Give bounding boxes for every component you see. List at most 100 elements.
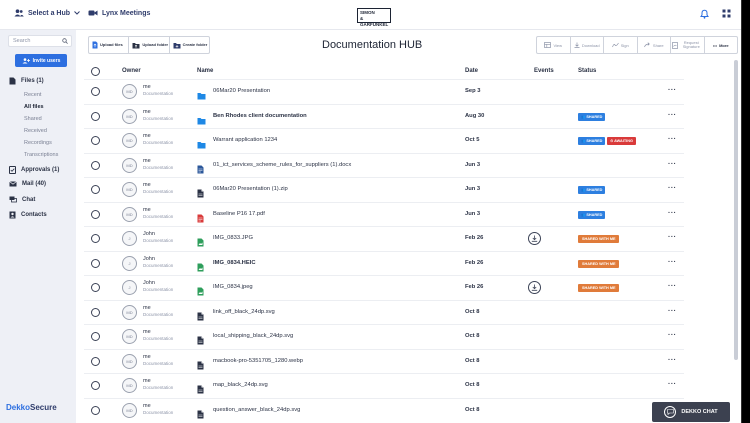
row-checkbox[interactable] xyxy=(91,307,100,317)
row-checkbox[interactable] xyxy=(91,111,100,121)
row-more-menu-icon[interactable]: ··· xyxy=(668,87,677,94)
sidebar-item-files[interactable]: Files (1) xyxy=(9,77,44,85)
table-row[interactable]: J John Documentation IMG_0833.JPG Feb 26 SHAR… xyxy=(84,226,684,250)
table-row[interactable]: MD me Documentation macbook-pro-5351705_128… xyxy=(84,348,684,373)
file-date: Jun 3 xyxy=(465,161,481,168)
sidebar-item-mail[interactable]: Mail (40) xyxy=(9,181,46,187)
row-checkbox[interactable] xyxy=(91,356,100,366)
table-row[interactable]: MD me Documentation 06Mar20 Presentation Sep… xyxy=(84,79,684,103)
video-camera-icon xyxy=(88,10,98,16)
row-more-menu-icon[interactable]: ··· xyxy=(668,283,677,290)
file-name[interactable]: link_off_black_24dp.svg xyxy=(213,309,275,315)
row-checkbox[interactable] xyxy=(91,258,100,268)
table-row[interactable]: MD me Documentation link_off_black_24dp.svg… xyxy=(84,299,684,324)
download-event-icon[interactable] xyxy=(528,232,541,245)
column-header-events[interactable]: Events xyxy=(534,68,554,74)
sidebar-subitem-all-files[interactable]: All files xyxy=(24,104,44,110)
upload-files-button[interactable]: Upload files xyxy=(89,37,130,53)
sidebar-subitem-shared[interactable]: Shared xyxy=(24,116,42,122)
file-name[interactable]: IMG_0833.JPG xyxy=(213,235,253,241)
column-header-name[interactable]: Name xyxy=(197,68,213,74)
file-name[interactable]: Baseline P16 17.pdf xyxy=(213,211,265,217)
sign-button[interactable]: Sign xyxy=(604,37,638,53)
sidebar-item-approvals[interactable]: Approvals (1) xyxy=(9,166,59,174)
sidebar-item-chat-label: Chat xyxy=(22,196,36,203)
column-header-owner[interactable]: Owner xyxy=(122,68,141,74)
sidebar-subitem-recent[interactable]: Recent xyxy=(24,92,41,98)
view-button[interactable]: View xyxy=(537,37,571,53)
zip-file-icon xyxy=(197,185,204,203)
row-more-menu-icon[interactable]: ··· xyxy=(668,210,677,217)
column-header-status[interactable]: Status xyxy=(578,68,596,74)
status-badges: 👥 SHARED xyxy=(578,210,606,219)
row-checkbox[interactable] xyxy=(91,87,100,96)
row-checkbox[interactable] xyxy=(91,381,100,390)
file-name[interactable]: macbook-pro-5351705_1280.webp xyxy=(213,358,303,364)
file-name[interactable]: Warrant application 1234 xyxy=(213,137,277,143)
create-folder-button[interactable]: Create folder xyxy=(170,37,209,53)
row-checkbox[interactable] xyxy=(91,332,100,341)
row-more-menu-icon[interactable]: ··· xyxy=(668,234,677,241)
request-signature-icon xyxy=(672,41,679,49)
table-row[interactable]: J John Documentation IMG_0834.jpeg Feb 26 SHA… xyxy=(84,275,684,299)
row-checkbox[interactable] xyxy=(91,209,100,219)
table-row[interactable]: MD me Documentation Baseline P16 17.pdf Jun … xyxy=(84,201,684,226)
row-more-menu-icon[interactable]: ··· xyxy=(668,185,677,192)
owner-department: Documentation xyxy=(143,91,174,96)
sidebar-subitem-transcriptions[interactable]: Transcriptions xyxy=(24,152,58,158)
row-more-menu-icon[interactable]: ··· xyxy=(668,308,677,315)
search-input[interactable]: Search xyxy=(8,35,72,47)
row-more-menu-icon[interactable]: ··· xyxy=(668,112,677,119)
table-row[interactable]: MD me Documentation 01_ict_services_scheme_… xyxy=(84,152,684,177)
row-checkbox[interactable] xyxy=(91,185,100,194)
dekko-chat-button[interactable]: DEKKO CHAT xyxy=(652,402,730,422)
row-more-menu-icon[interactable]: ··· xyxy=(668,259,677,266)
apps-grid-icon[interactable] xyxy=(722,9,731,18)
file-name[interactable]: 06Mar20 Presentation (1).zip xyxy=(213,186,288,192)
row-more-menu-icon[interactable]: ··· xyxy=(668,357,677,364)
row-more-menu-icon[interactable]: ··· xyxy=(668,381,677,388)
table-row[interactable]: MD me Documentation 06Mar20 Presentation (1… xyxy=(84,177,684,201)
file-name[interactable]: map_black_24dp.svg xyxy=(213,382,268,388)
row-more-menu-icon[interactable]: ··· xyxy=(668,161,677,168)
invite-users-button[interactable]: Invite users xyxy=(15,54,67,67)
hub-selector[interactable]: Select a Hub xyxy=(14,9,80,17)
download-button[interactable]: Download xyxy=(571,37,604,53)
more-button[interactable]: ••• More xyxy=(705,37,738,53)
row-more-menu-icon[interactable]: ··· xyxy=(668,136,677,143)
file-name[interactable]: local_shipping_black_24dp.svg xyxy=(213,333,293,339)
sidebar-subitem-received[interactable]: Received xyxy=(24,128,47,134)
share-button[interactable]: Share xyxy=(638,37,671,53)
select-all-checkbox[interactable] xyxy=(91,67,100,76)
sidebar-subitem-recordings[interactable]: Recordings xyxy=(24,140,52,146)
file-name[interactable]: question_answer_black_24dp.svg xyxy=(213,407,300,413)
avatar: MD xyxy=(122,182,137,197)
image-file-icon xyxy=(197,234,204,252)
file-name[interactable]: 01_ict_services_scheme_rules_for_supplie… xyxy=(213,162,351,168)
table-row[interactable]: MD me Documentation Warrant application 123… xyxy=(84,128,684,152)
table-row[interactable]: MD me Documentation map_black_24dp.svg Oct 8… xyxy=(84,373,684,397)
row-checkbox[interactable] xyxy=(91,136,100,145)
lynx-meetings-link[interactable]: Lynx Meetings xyxy=(88,9,150,17)
request-signature-button[interactable]: Request Signature xyxy=(671,37,705,53)
sidebar-item-chat[interactable]: Chat xyxy=(9,196,35,203)
row-checkbox[interactable] xyxy=(91,405,100,415)
file-name[interactable]: Ben Rhodes client documentation xyxy=(213,113,307,119)
row-checkbox[interactable] xyxy=(91,160,100,170)
upload-folder-button[interactable]: Upload folder xyxy=(129,37,170,53)
scrollbar[interactable] xyxy=(734,60,738,360)
table-row[interactable]: J John Documentation IMG_0834.HEIC Feb 26 SHA… xyxy=(84,250,684,275)
row-checkbox[interactable] xyxy=(91,234,100,243)
table-row[interactable]: MD me Documentation Ben Rhodes client docum… xyxy=(84,103,684,128)
bell-icon[interactable] xyxy=(700,9,709,19)
row-more-menu-icon[interactable]: ··· xyxy=(668,332,677,339)
file-name[interactable]: IMG_0834.HEIC xyxy=(213,260,256,266)
download-event-icon[interactable] xyxy=(528,281,541,294)
column-header-date[interactable]: Date xyxy=(465,68,478,74)
row-checkbox[interactable] xyxy=(91,283,100,292)
table-row[interactable]: MD me Documentation local_shipping_black_24… xyxy=(84,324,684,348)
file-name[interactable]: 06Mar20 Presentation xyxy=(213,88,270,94)
sidebar-item-contacts[interactable]: Contacts xyxy=(9,211,47,219)
file-name[interactable]: IMG_0834.jpeg xyxy=(213,284,253,290)
table-row[interactable]: MD me Documentation question_answer_black_2… xyxy=(84,397,684,422)
